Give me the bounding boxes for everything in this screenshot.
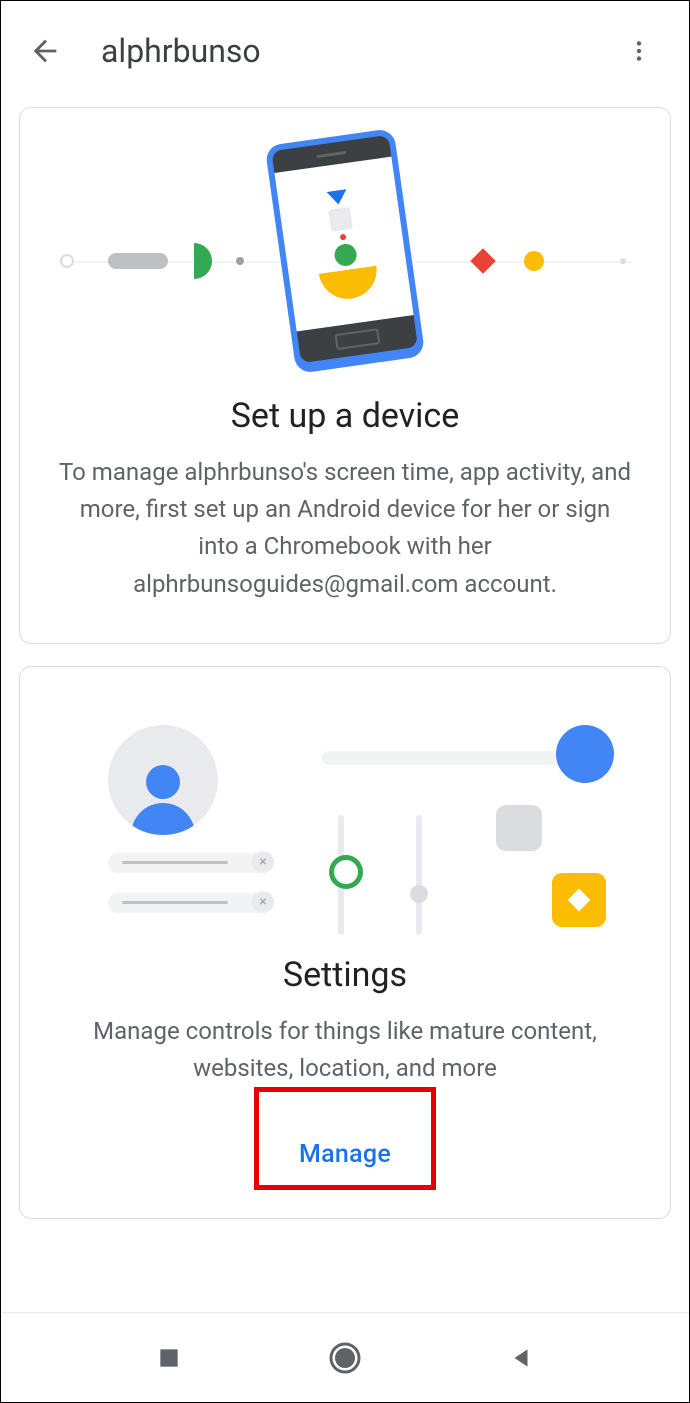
setup-card-description: To manage alphrbunso's screen time, app …	[58, 454, 632, 603]
setup-illustration	[58, 136, 632, 386]
avatar-icon	[108, 725, 218, 835]
settings-card-description: Manage controls for things like mature c…	[58, 1013, 632, 1087]
settings-card-title: Settings	[58, 955, 632, 995]
more-vert-icon	[626, 38, 652, 64]
triangle-back-icon	[508, 1345, 534, 1371]
content-area: Set up a device To manage alphrbunso's s…	[1, 101, 689, 1219]
setup-device-card: Set up a device To manage alphrbunso's s…	[19, 107, 671, 644]
nav-home-button[interactable]	[325, 1338, 365, 1378]
page-title: alphrbunso	[101, 32, 261, 70]
manage-button-highlight: Manage	[254, 1087, 436, 1190]
setup-card-title: Set up a device	[58, 396, 632, 436]
overflow-menu-button[interactable]	[619, 31, 659, 71]
square-icon	[156, 1345, 182, 1371]
system-nav-bar	[1, 1312, 689, 1402]
back-button[interactable]	[25, 31, 65, 71]
manage-button[interactable]: Manage	[259, 1124, 431, 1185]
app-header: alphrbunso	[1, 1, 689, 101]
settings-card: Settings Manage controls for things like…	[19, 666, 671, 1219]
phone-icon	[265, 128, 426, 374]
back-arrow-icon	[28, 34, 62, 68]
settings-illustration	[58, 695, 632, 945]
circle-icon	[327, 1340, 363, 1376]
nav-back-button[interactable]	[501, 1338, 541, 1378]
nav-recent-button[interactable]	[149, 1338, 189, 1378]
